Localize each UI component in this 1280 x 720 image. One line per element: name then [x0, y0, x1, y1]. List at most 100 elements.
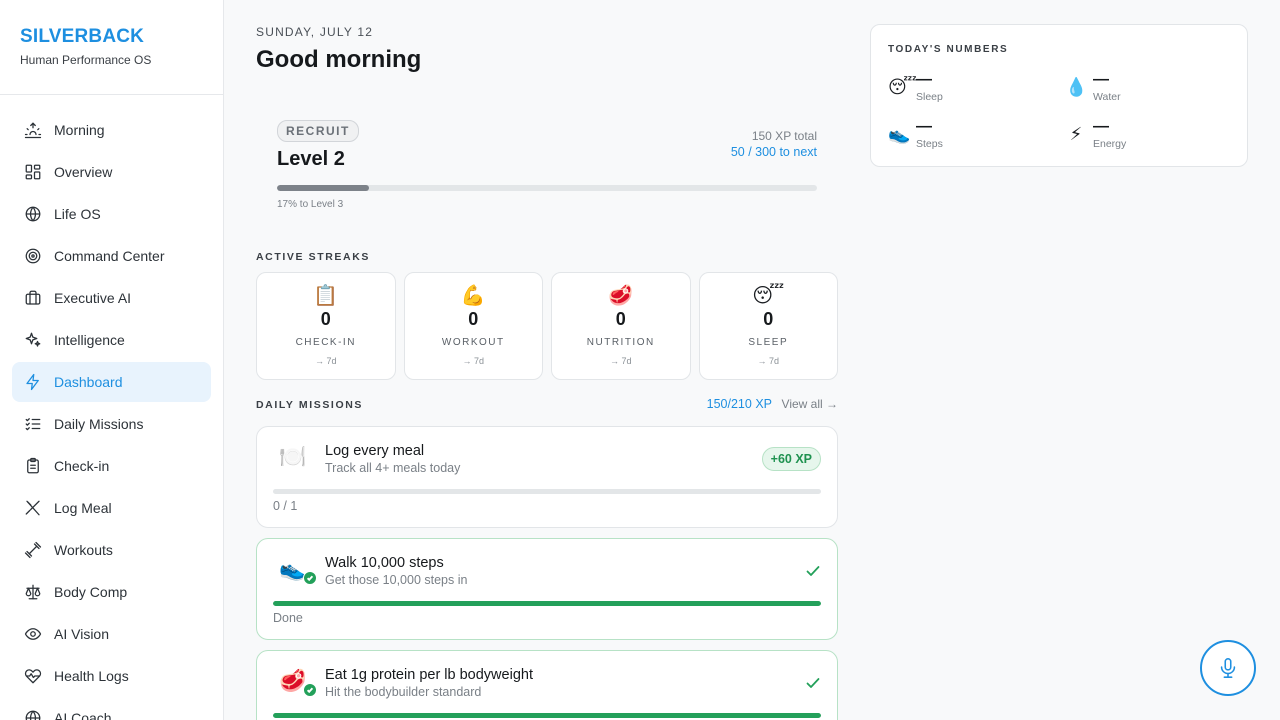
sidebar-item-intelligence[interactable]: Intelligence	[12, 320, 211, 360]
level-title: Level 2	[277, 148, 345, 170]
sidebar-item-daily-missions[interactable]: Daily Missions	[12, 404, 211, 444]
streak-count: 0	[615, 309, 626, 329]
brand-logo[interactable]: SILVERBACK	[20, 26, 203, 48]
sidebar-item-morning[interactable]: Morning	[12, 110, 211, 150]
streaks-label: ACTIVE STREAKS	[256, 251, 370, 263]
mission-card-walk-steps[interactable]: 👟 Walk 10,000 steps Get those 10,000 ste…	[256, 538, 838, 640]
checklist-icon	[24, 415, 42, 433]
level-progress-fill	[277, 185, 369, 191]
sidebar-item-workouts[interactable]: Workouts	[12, 530, 211, 570]
sidebar-nav: Morning Overview Life OS Command Center …	[0, 95, 223, 720]
streak-period: → 7d	[609, 356, 632, 366]
view-all-missions-link[interactable]: View all →	[782, 397, 838, 411]
todays-numbers-card: TODAY'S NUMBERS 😴 — Sleep 💧 — Water 👟 — …	[870, 24, 1248, 167]
clipboard-icon: 📋	[313, 285, 339, 307]
voice-input-button[interactable]	[1200, 640, 1256, 696]
streak-period: → 7d	[314, 356, 337, 366]
sidebar-item-label: Morning	[54, 122, 105, 138]
sidebar-item-label: Health Logs	[54, 668, 129, 684]
eye-icon	[24, 625, 42, 643]
sidebar-item-label: Executive AI	[54, 290, 132, 306]
sidebar-item-executive-ai[interactable]: Executive AI	[12, 278, 211, 318]
streaks-row: 📋 0 CHECK-IN → 7d 💪 0 WORKOUT → 7d 🥩 0 N…	[256, 272, 838, 380]
mission-card-eat-protein[interactable]: 🥩 Eat 1g protein per lb bodyweight Hit t…	[256, 650, 838, 720]
stat-energy: ⚡ — Energy	[1065, 118, 1225, 154]
page-title: Good morning	[256, 46, 422, 73]
mission-progress-fill	[273, 713, 821, 718]
mission-title: Eat 1g protein per lb bodyweight	[325, 667, 533, 683]
sparkles-icon	[24, 331, 42, 349]
streak-name: CHECK-IN	[295, 337, 356, 348]
mission-progress-bar	[273, 601, 821, 606]
sleeping-face-icon: 😴	[752, 285, 785, 307]
mission-progress-fill	[273, 601, 821, 606]
stat-value: —	[1093, 71, 1109, 88]
utensils-icon	[24, 499, 42, 517]
streak-card-workout[interactable]: 💪 0 WORKOUT → 7d	[403, 272, 543, 380]
sidebar-item-command-center[interactable]: Command Center	[12, 236, 211, 276]
target-icon	[24, 247, 42, 265]
rank-badge: RECRUIT	[277, 120, 359, 142]
steak-icon: 🥩	[608, 285, 634, 307]
streak-name: NUTRITION	[586, 337, 655, 348]
streak-card-nutrition[interactable]: 🥩 0 NUTRITION → 7d	[551, 272, 691, 380]
plate-icon: 🍽️	[279, 444, 307, 469]
checkmark-icon	[805, 675, 821, 691]
mission-subtitle: Get those 10,000 steps in	[325, 573, 468, 587]
streak-count: 0	[320, 309, 331, 329]
streak-period: → 7d	[462, 356, 484, 366]
heart-pulse-icon	[24, 667, 42, 685]
lightning-icon	[24, 373, 42, 391]
streak-card-sleep[interactable]: 😴 0 SLEEP → 7d	[698, 272, 838, 380]
sidebar: SILVERBACK Human Performance OS Morning …	[0, 0, 224, 720]
stat-label: Steps	[916, 138, 943, 150]
sidebar-item-label: AI Coach	[54, 710, 112, 720]
mission-xp-badge: +60 XP	[761, 447, 821, 471]
mission-title: Walk 10,000 steps	[325, 555, 444, 571]
sidebar-item-ai-coach[interactable]: AI Coach	[12, 698, 211, 720]
layout-grid-icon	[24, 163, 42, 181]
sidebar-item-life-os[interactable]: Life OS	[12, 194, 211, 234]
clipboard-icon	[24, 457, 42, 475]
sidebar-item-label: Daily Missions	[54, 416, 144, 432]
sidebar-item-ai-vision[interactable]: AI Vision	[12, 614, 211, 654]
sunrise-icon	[24, 121, 42, 139]
sidebar-item-health-logs[interactable]: Health Logs	[12, 656, 211, 696]
streak-card-check-in[interactable]: 📋 0 CHECK-IN → 7d	[256, 272, 396, 380]
stat-value: —	[916, 71, 932, 88]
sidebar-item-label: Command Center	[54, 248, 165, 264]
mission-status: Done	[273, 611, 303, 625]
dumbbell-icon	[24, 541, 42, 559]
mission-status: 0 / 1	[273, 499, 298, 513]
flexed-bicep-icon: 💪	[460, 285, 486, 307]
sleeping-face-icon: 😴	[888, 77, 917, 97]
streak-count: 0	[763, 309, 774, 329]
missions-label: DAILY MISSIONS	[256, 399, 364, 411]
sidebar-item-log-meal[interactable]: Log Meal	[12, 488, 211, 528]
sidebar-item-label: Check-in	[54, 458, 110, 474]
stat-label: Energy	[1093, 138, 1127, 150]
mission-progress-bar	[273, 713, 821, 718]
shoe-icon: 👟	[888, 124, 911, 144]
brand: SILVERBACK Human Performance OS	[0, 0, 223, 95]
mission-title: Log every meal	[325, 443, 425, 459]
completed-check-icon	[303, 683, 317, 697]
sidebar-item-label: Life OS	[54, 206, 101, 222]
checkmark-icon	[805, 563, 821, 579]
level-progress-bar	[277, 185, 817, 191]
stat-sleep: 😴 — Sleep	[888, 71, 1048, 107]
sidebar-item-check-in[interactable]: Check-in	[12, 446, 211, 486]
globe-icon	[24, 205, 42, 223]
mission-card-log-every-meal[interactable]: 🍽️ Log every meal Track all 4+ meals tod…	[256, 426, 838, 528]
globe-icon	[24, 709, 42, 720]
mission-progress-bar	[273, 489, 821, 494]
sidebar-item-label: Workouts	[54, 542, 113, 558]
stat-value: —	[916, 118, 932, 135]
sidebar-item-overview[interactable]: Overview	[12, 152, 211, 192]
stat-water: 💧 — Water	[1065, 71, 1225, 107]
sidebar-item-body-comp[interactable]: Body Comp	[12, 572, 211, 612]
sidebar-item-dashboard[interactable]: Dashboard	[12, 362, 211, 402]
level-progress-text: 17% to Level 3	[277, 199, 344, 210]
microphone-icon	[1220, 658, 1236, 678]
stat-steps: 👟 — Steps	[888, 118, 1048, 154]
